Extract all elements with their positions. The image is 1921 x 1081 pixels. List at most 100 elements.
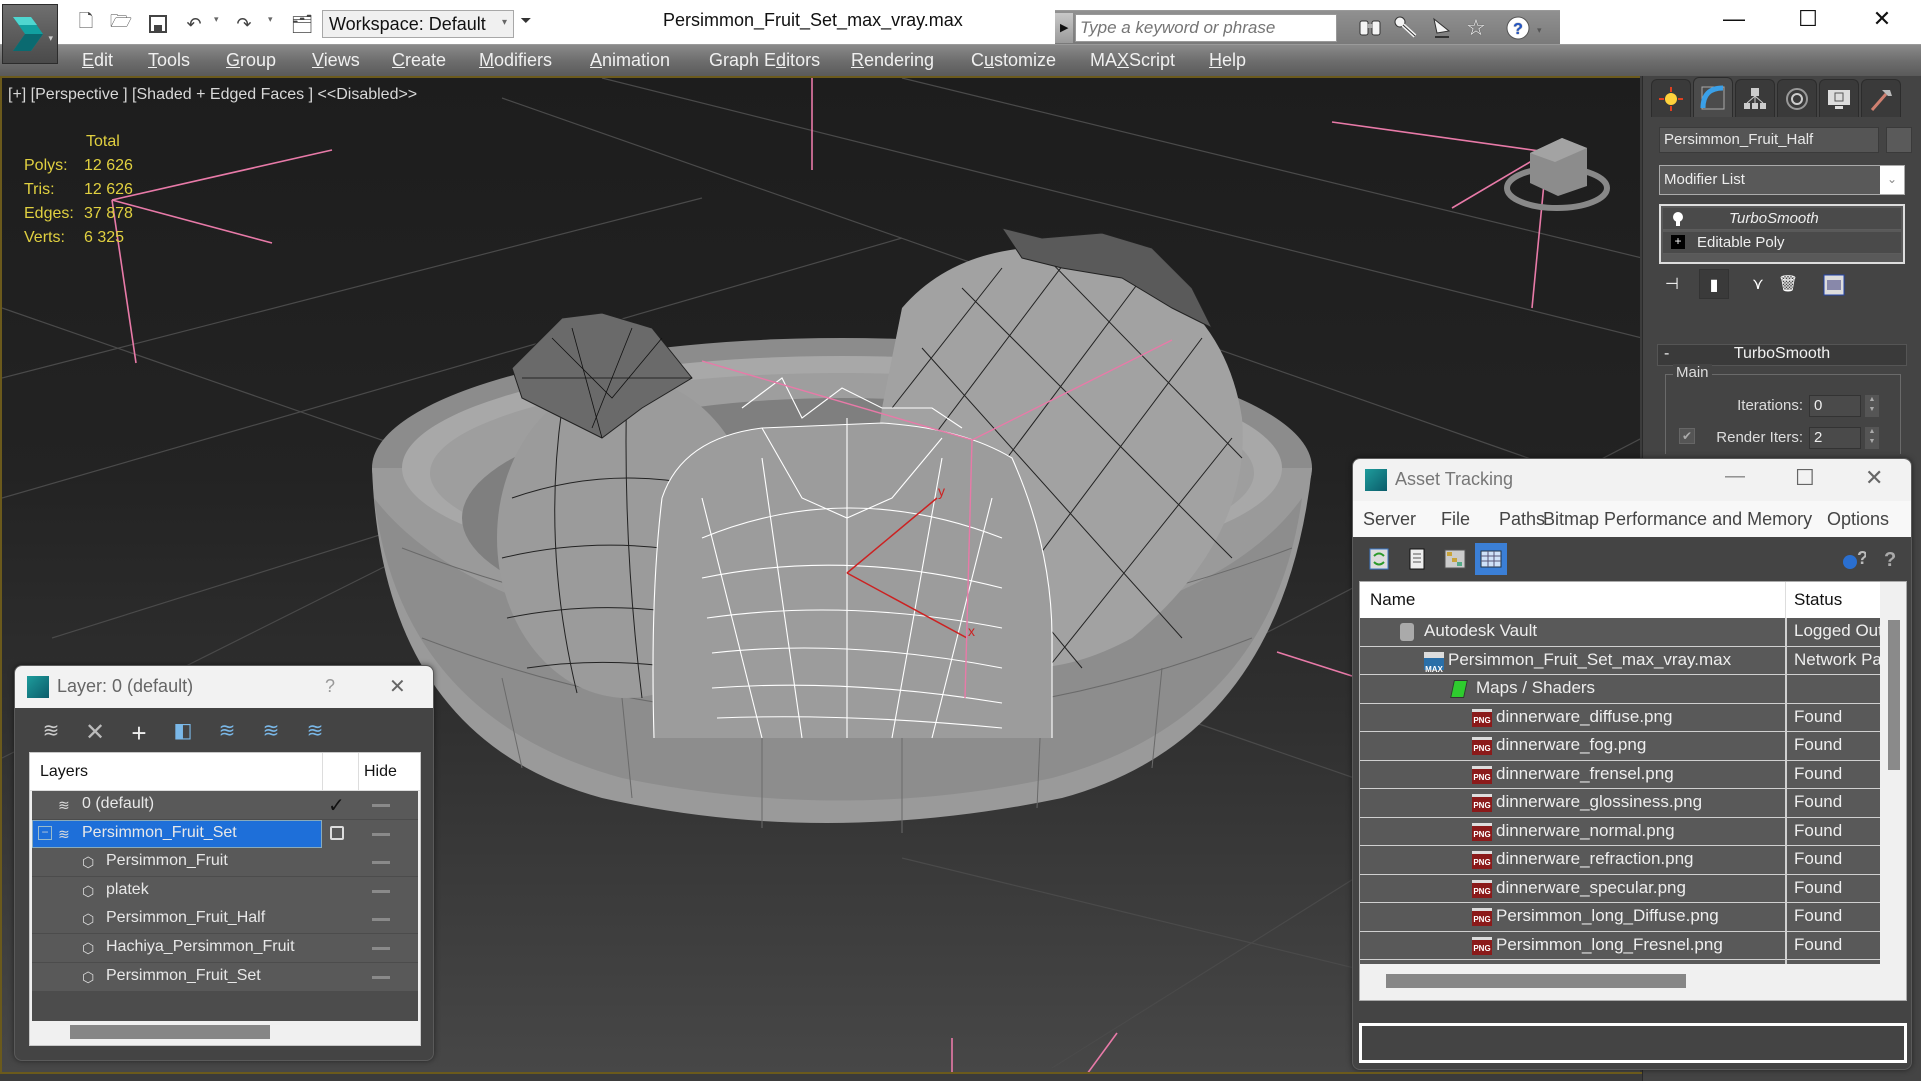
asset-row[interactable]: Autodesk Vault Logged Out — [1360, 618, 1880, 647]
close-button[interactable]: ✕ — [1865, 465, 1883, 491]
stack-item-editable-poly[interactable]: + Editable Poly — [1663, 232, 1901, 254]
utilities-tab[interactable] — [1861, 79, 1901, 117]
hide-toggle[interactable] — [372, 861, 390, 865]
asset-row[interactable]: Maps / Shaders — [1360, 675, 1880, 704]
open-file-icon[interactable]: 🗁 — [109, 11, 133, 36]
layer-row[interactable]: ≋ 0 (default) ✓ — [32, 791, 418, 819]
tree-view-icon[interactable] — [1439, 543, 1471, 575]
hierarchy-tab[interactable] — [1735, 79, 1775, 117]
menu-edit[interactable]: Edit — [82, 50, 113, 71]
menu-create[interactable]: Create — [392, 50, 446, 71]
create-tab[interactable] — [1651, 79, 1691, 117]
object-row[interactable]: ⬡ platek — [32, 876, 418, 905]
menu-modifiers[interactable]: Modifiers — [479, 50, 552, 71]
display-tab[interactable] — [1819, 79, 1859, 117]
current-layer-check-icon[interactable]: ✓ — [328, 793, 345, 818]
asset-row[interactable]: MAX Persimmon_Fruit_Set_max_vray.max Netwo… — [1360, 646, 1880, 675]
hide-toggle[interactable] — [372, 889, 390, 893]
asset-row[interactable]: PNG dinnerware_specular.png Found — [1360, 874, 1880, 903]
set-current-checkbox[interactable] — [330, 825, 344, 840]
make-unique-icon[interactable]: ⋎ — [1743, 269, 1773, 299]
expand-plus-icon[interactable]: + — [1671, 235, 1685, 249]
asset-menu-options[interactable]: Options — [1827, 509, 1889, 530]
key-icon[interactable] — [1391, 15, 1421, 43]
customize-toolbar-icon[interactable]: ⏷ — [516, 12, 536, 38]
asset-row[interactable]: PNG Persimmon_long_Diffuse.png Found — [1360, 903, 1880, 932]
asset-row[interactable]: PNG dinnerware_fog.png Found — [1360, 732, 1880, 761]
modifier-list-dropdown[interactable]: Modifier List ⌄ — [1659, 165, 1905, 195]
star-icon[interactable]: ☆ — [1461, 15, 1491, 43]
new-file-icon[interactable]: 🗋 — [74, 11, 98, 36]
create-layer-icon[interactable]: ≋ — [37, 718, 65, 746]
app-menu-button[interactable]: ▾ — [2, 4, 58, 64]
object-color-swatch[interactable] — [1886, 127, 1912, 153]
stack-item-turbosmooth[interactable]: TurboSmooth — [1663, 208, 1901, 230]
viewport-label-menu[interactable]: [+] [Perspective ] [Shaded + Edged Faces… — [8, 86, 417, 104]
asset-row[interactable]: PNG Persimmon_long_Fresnel.png Found — [1360, 931, 1880, 960]
iterations-field[interactable]: 0 — [1809, 395, 1861, 417]
object-row[interactable]: ⬡ Persimmon_Fruit_Half — [32, 905, 418, 934]
column-hide[interactable]: Hide — [364, 763, 397, 781]
online-help-icon[interactable]: ? — [1837, 543, 1869, 575]
collapse-icon[interactable]: − — [38, 825, 52, 840]
asset-row[interactable]: PNG dinnerware_refraction.png Found — [1360, 846, 1880, 875]
column-name[interactable]: Name — [1370, 590, 1415, 610]
menu-tools[interactable]: Tools — [148, 50, 190, 71]
binoculars-icon[interactable] — [1355, 15, 1385, 43]
asset-menu-paths[interactable]: Paths — [1499, 509, 1545, 530]
hide-toggle[interactable] — [372, 804, 390, 807]
undo-icon[interactable]: ↶ — [182, 12, 206, 36]
close-button[interactable]: ✕ — [389, 674, 406, 699]
render-iters-spinner[interactable]: ▲ ▼ — [1865, 427, 1879, 449]
hide-toggle[interactable] — [372, 832, 390, 836]
menu-rendering[interactable]: Rendering — [851, 50, 934, 71]
configure-modifier-sets-icon[interactable] — [1819, 269, 1849, 299]
asset-menu-file[interactable]: File — [1441, 509, 1470, 530]
refresh-icon[interactable] — [1363, 543, 1395, 575]
asset-row[interactable]: PNGPersimmon_long_Glossiness.pngFound — [1360, 960, 1880, 964]
redo-icon[interactable]: ↷ — [232, 12, 256, 36]
undo-dropdown-icon[interactable]: ▾ — [214, 14, 219, 25]
vertical-scrollbar[interactable] — [1882, 582, 1906, 1000]
asset-row[interactable]: PNG dinnerware_diffuse.png Found — [1360, 703, 1880, 732]
asset-menu-server[interactable]: Server — [1363, 509, 1416, 530]
maximize-button[interactable]: ☐ — [1786, 6, 1830, 34]
object-name-field[interactable]: Persimmon_Fruit_Half — [1659, 127, 1879, 153]
pin-stack-icon[interactable]: ⊣ — [1657, 269, 1687, 299]
set-current-layer-icon[interactable]: ≋ — [257, 718, 285, 746]
asset-row[interactable]: PNG dinnerware_normal.png Found — [1360, 817, 1880, 846]
help-icon[interactable]: ? — [1503, 15, 1533, 43]
help-button[interactable]: ? — [325, 676, 335, 697]
minimize-button[interactable]: — — [1712, 6, 1756, 34]
save-icon[interactable] — [146, 12, 170, 36]
search-input[interactable] — [1075, 14, 1337, 42]
modify-tab[interactable] — [1693, 77, 1733, 117]
satellite-icon[interactable] — [1427, 15, 1457, 43]
iterations-spinner[interactable]: ▲ ▼ — [1865, 395, 1879, 417]
remove-modifier-icon[interactable]: 🗑 — [1773, 269, 1803, 299]
horizontal-scrollbar[interactable] — [70, 1025, 270, 1039]
menu-customize[interactable]: Customize — [971, 50, 1056, 71]
object-row[interactable]: ⬡ Persimmon_Fruit — [32, 848, 418, 877]
hide-toggle[interactable] — [372, 947, 390, 950]
add-to-layer-icon[interactable]: + — [125, 718, 153, 748]
column-layers[interactable]: Layers — [40, 763, 88, 781]
workspace-dropdown[interactable]: Workspace: Default ▾ — [322, 10, 514, 38]
object-row[interactable]: ⬡ Hachiya_Persimmon_Fruit — [32, 934, 418, 962]
menu-animation[interactable]: Animation — [590, 50, 670, 71]
dialog-title-bar[interactable]: Layer: 0 (default) ? ✕ — [15, 666, 433, 708]
menu-help[interactable]: Help — [1209, 50, 1246, 71]
table-view-icon[interactable] — [1475, 543, 1507, 575]
horizontal-scrollbar[interactable] — [1386, 974, 1686, 988]
menu-group[interactable]: Group — [226, 50, 276, 71]
delete-layer-icon[interactable]: ✕ — [81, 718, 109, 746]
show-end-result-icon[interactable]: ▮ — [1699, 269, 1729, 299]
hide-toggle[interactable] — [372, 918, 390, 922]
close-button[interactable]: ✕ — [1860, 6, 1904, 34]
menu-graph-editors[interactable]: Graph Editors — [709, 50, 820, 71]
hide-toggle[interactable] — [372, 975, 390, 979]
asset-row[interactable]: PNG dinnerware_glossiness.png Found — [1360, 789, 1880, 818]
object-row[interactable]: ⬡ Persimmon_Fruit_Set — [32, 962, 418, 991]
list-view-icon[interactable] — [1401, 543, 1433, 575]
redo-dropdown-icon[interactable]: ▾ — [268, 14, 273, 25]
